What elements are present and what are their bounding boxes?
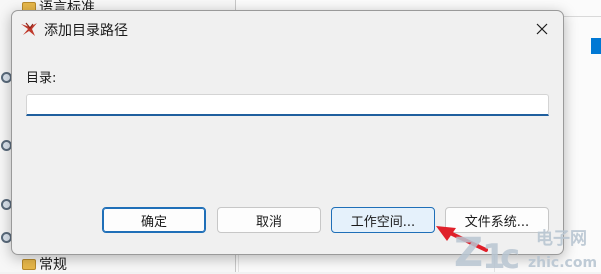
watermark-domain: zhic.com [528,255,597,271]
dialog-title: 添加目录路径 [44,23,128,39]
ok-button[interactable]: 确定 [102,207,206,233]
add-directory-path-dialog: 添加目录路径 目录: 确定 取消 工作空间... 文件系统... [11,10,564,255]
folder-icon [22,258,36,270]
close-icon [536,23,548,35]
directory-input[interactable] [26,94,549,116]
watermark-text: 电子网 [536,228,587,249]
svg-text:c: c [500,237,520,272]
close-button[interactable] [529,17,555,41]
svg-text:Z: Z [454,230,483,272]
tree-item-general[interactable]: 常规 [22,254,67,274]
selected-row-highlight [591,38,601,54]
cancel-button[interactable]: 取消 [217,207,321,233]
app-logo-icon [21,22,37,36]
directory-label: 目录: [26,71,57,86]
workspace-button[interactable]: 工作空间... [331,207,435,233]
dialog-titlebar[interactable]: 添加目录路径 [12,11,563,49]
tree-item-label: 常规 [39,257,67,273]
site-watermark: Z 1 c 电子网 zhic.com [454,228,597,272]
